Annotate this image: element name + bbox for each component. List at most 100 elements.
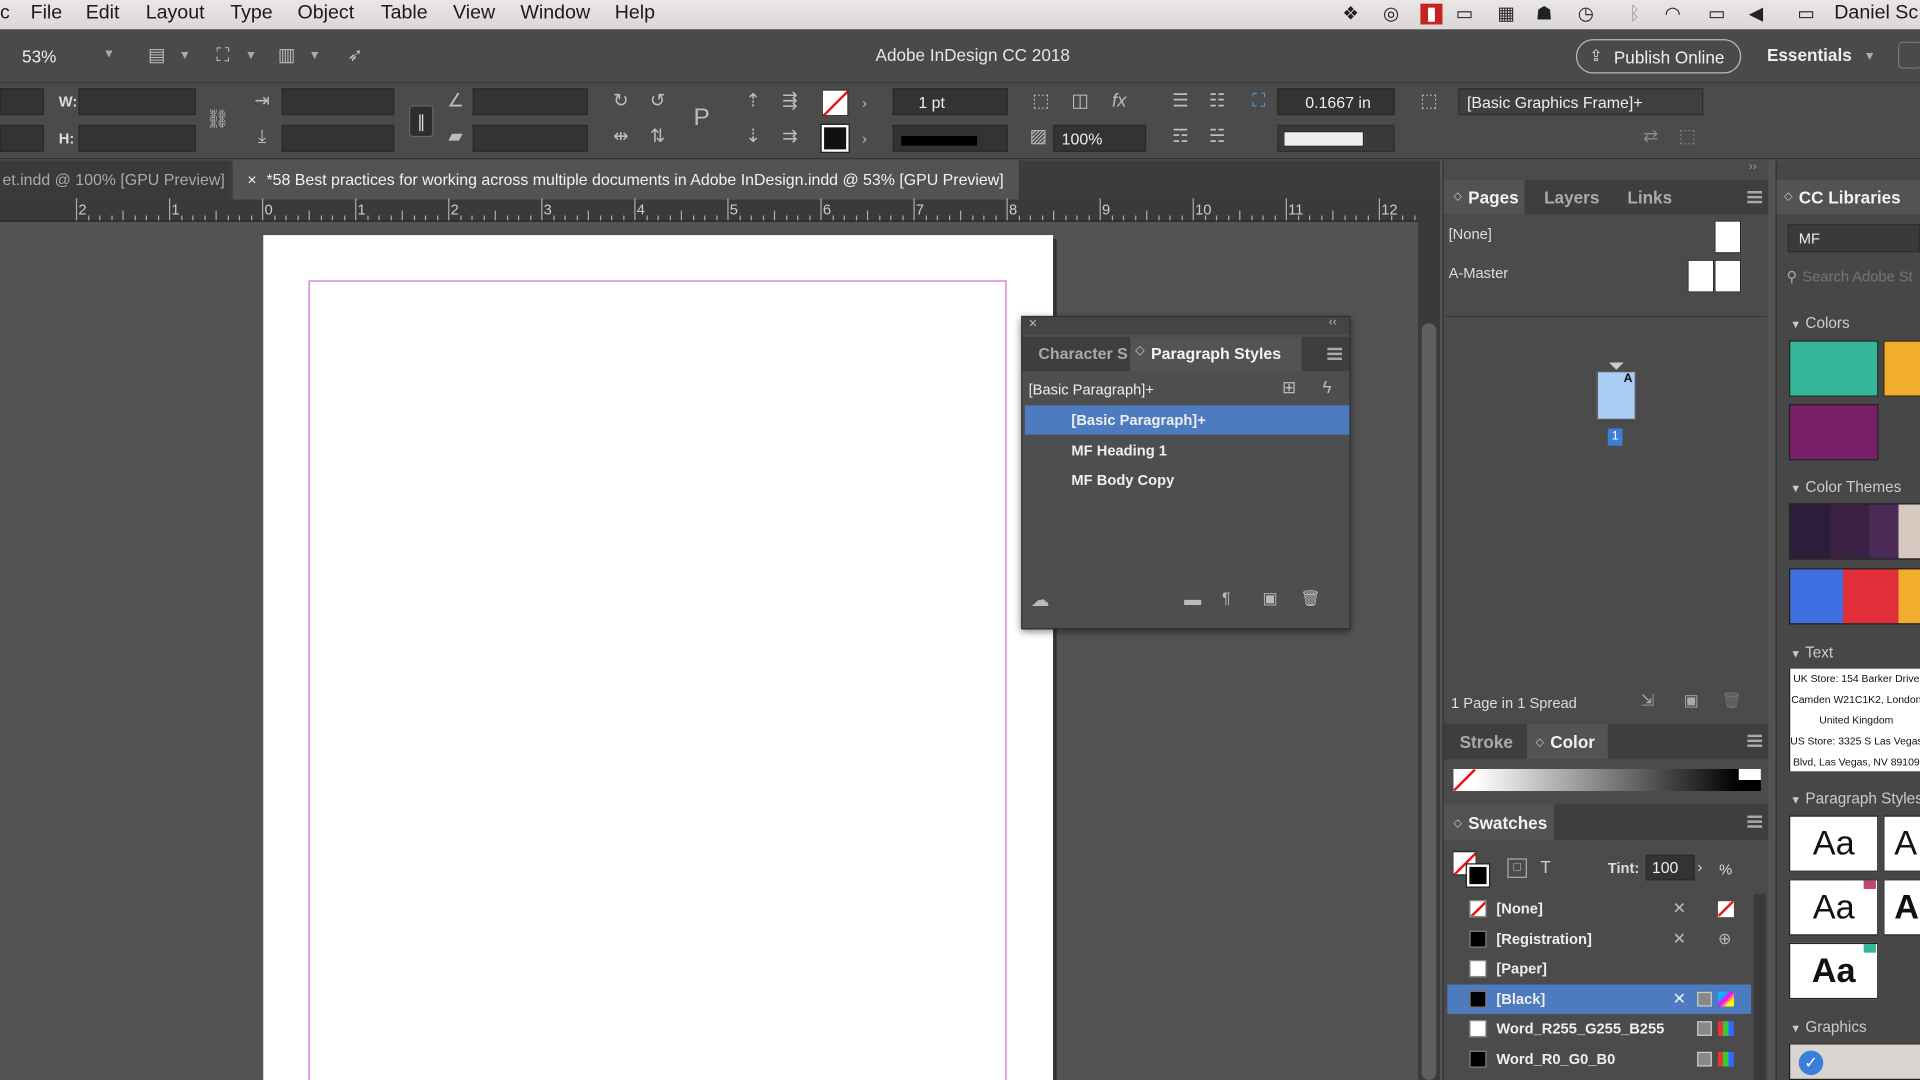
trash-icon[interactable]: 🗑: [1722, 691, 1742, 711]
width-field[interactable]: [78, 88, 196, 116]
fill-none-swatch[interactable]: [821, 89, 849, 117]
horizontal-ruler[interactable]: 2 1 0 1 2 3 4 5 6 7 8 9 10 11 12: [0, 198, 1418, 222]
workspace-switcher[interactable]: Essentials: [1767, 45, 1852, 65]
height-field[interactable]: [78, 124, 196, 152]
battery-icon[interactable]: ▭: [1791, 4, 1820, 25]
rotation-field[interactable]: [472, 88, 588, 116]
text-wrap-off-icon[interactable]: ☵: [1205, 125, 1229, 149]
cc-library-icon[interactable]: ☁: [1031, 589, 1049, 611]
white-ramp-chip[interactable]: [1738, 768, 1761, 781]
close-icon[interactable]: ×: [247, 170, 256, 188]
none-master[interactable]: [None]: [1449, 225, 1492, 242]
menu-file[interactable]: File: [31, 2, 63, 24]
window-icon[interactable]: ▭: [1453, 4, 1475, 25]
align-justify-icon[interactable]: ☷: [1205, 89, 1229, 113]
swatch-row[interactable]: [Paper]: [1447, 954, 1751, 983]
y-field[interactable]: [0, 124, 45, 152]
flip-vertical-icon[interactable]: ⇅: [645, 125, 669, 149]
chevron-right-icon[interactable]: ›: [1697, 857, 1702, 875]
list-item[interactable]: MF Body Copy: [1025, 465, 1349, 494]
opacity-field[interactable]: 100%: [1053, 124, 1147, 152]
chevron-down-icon[interactable]: ▼: [1864, 50, 1876, 63]
doc-tab-active[interactable]: × *58 Best practices for working across m…: [232, 160, 1019, 200]
doc-tab-inactive[interactable]: et.indd @ 100% [GPU Preview]: [0, 160, 228, 200]
stroke-style-select[interactable]: [1277, 124, 1395, 152]
close-icon[interactable]: ×: [1029, 315, 1038, 332]
graphic-asset-tile[interactable]: ✓: [1788, 1043, 1920, 1080]
new-style-group-icon[interactable]: ⊞: [1282, 377, 1296, 398]
rotate-cw-icon[interactable]: ↻: [609, 89, 633, 113]
paragraph-style-tile[interactable]: A: [1883, 815, 1920, 872]
stroke-swatch-icon[interactable]: [1465, 863, 1491, 888]
color-theme-tile[interactable]: [1788, 568, 1920, 625]
airplay-icon[interactable]: ▭: [1706, 4, 1728, 25]
shear-field[interactable]: [472, 124, 588, 152]
list-item[interactable]: MF Heading 1: [1025, 436, 1349, 465]
constrain-proportions-icon[interactable]: ⛓: [206, 108, 230, 132]
panel-menu-icon[interactable]: [1747, 734, 1763, 747]
swatch-row[interactable]: [None]: [1447, 894, 1751, 923]
menu-view[interactable]: View: [453, 2, 495, 24]
screen-mode-icon[interactable]: ⛶: [211, 44, 235, 68]
menu-help[interactable]: Help: [615, 2, 655, 24]
section-color-themes[interactable]: ▼ Color Themes: [1790, 479, 1901, 496]
tab-character-styles[interactable]: Character S: [1038, 344, 1127, 362]
menu-type[interactable]: Type: [230, 2, 272, 24]
select-next-object-icon[interactable]: ⇉: [778, 125, 802, 149]
chevron-right-icon[interactable]: ›: [852, 126, 876, 150]
formatting-text-icon[interactable]: T: [1540, 857, 1550, 877]
color-tile-teal[interactable]: [1788, 340, 1879, 397]
section-paragraph-styles[interactable]: ▼ Paragraph Styles: [1790, 790, 1920, 807]
new-page-icon[interactable]: ▣: [1684, 691, 1699, 711]
menu-window[interactable]: Window: [520, 2, 590, 24]
align-center-icon[interactable]: ☰: [1168, 89, 1192, 113]
a-master[interactable]: A-Master: [1449, 264, 1509, 281]
panel-title-bar[interactable]: × ‹‹: [1022, 315, 1350, 335]
quick-apply-icon[interactable]: ϟ: [1322, 377, 1331, 397]
tab-layers[interactable]: Layers: [1544, 187, 1599, 207]
arrange-documents-icon[interactable]: ▥: [274, 44, 298, 68]
chevron-down-icon[interactable]: ▼: [103, 48, 115, 61]
view-options-icon[interactable]: ▤: [144, 44, 168, 68]
app-status-icon[interactable]: ▮: [1420, 3, 1443, 25]
select-previous-icon[interactable]: ⇣: [741, 125, 765, 149]
paragraph-style-tile[interactable]: Aa: [1788, 815, 1879, 872]
section-colors[interactable]: ▼ Colors: [1790, 315, 1849, 332]
object-style-select[interactable]: [Basic Graphics Frame]+: [1458, 88, 1704, 116]
trash-icon[interactable]: 🗑: [1300, 589, 1320, 609]
section-text[interactable]: ▼ Text: [1790, 644, 1833, 661]
frame-fitting-icon[interactable]: ⬚: [1029, 89, 1053, 113]
color-theme-tile[interactable]: [1788, 503, 1920, 560]
tab-paragraph-styles[interactable]: ◇ Paragraph Styles: [1130, 336, 1302, 372]
panel-menu-icon[interactable]: [1327, 347, 1343, 361]
stroke-black-swatch[interactable]: [820, 123, 850, 154]
none-color-icon[interactable]: [1453, 768, 1476, 792]
text-wrap-icon[interactable]: ☶: [1168, 125, 1192, 149]
time-machine-icon[interactable]: ◷: [1575, 4, 1597, 25]
library-select[interactable]: MF: [1787, 224, 1920, 253]
chevron-right-icon[interactable]: ›: [852, 91, 876, 115]
user-name[interactable]: Daniel Sc: [1834, 2, 1918, 24]
drop-shadow-icon[interactable]: ◫: [1068, 89, 1092, 113]
menu-layout[interactable]: Layout: [146, 2, 205, 24]
publish-online-button[interactable]: ⇪ Publish Online: [1575, 39, 1742, 74]
swatches-scrollbar[interactable]: [1753, 893, 1766, 1080]
menu-object[interactable]: Object: [298, 2, 355, 24]
rotate-ccw-icon[interactable]: ↺: [645, 89, 669, 113]
object-style-options-icon[interactable]: ⬚: [1675, 125, 1699, 149]
swatch-row[interactable]: [Registration]: [1447, 924, 1751, 953]
scrollbar-thumb[interactable]: [1421, 323, 1437, 1080]
panel-menu-icon[interactable]: [1747, 191, 1763, 204]
black-ramp-chip[interactable]: [1738, 780, 1761, 792]
x-field[interactable]: [0, 88, 45, 116]
new-style-icon[interactable]: ▣: [1262, 589, 1277, 609]
stroke-type-select[interactable]: [892, 124, 1008, 152]
bluetooth-icon[interactable]: ᛒ: [1624, 4, 1646, 25]
section-graphics[interactable]: ▼ Graphics: [1790, 1019, 1866, 1036]
clear-overrides-icon[interactable]: ¶: [1222, 589, 1231, 607]
formatting-container-icon[interactable]: □: [1507, 858, 1527, 878]
paragraph-style-tile[interactable]: A: [1883, 879, 1920, 936]
collapse-dock-icon[interactable]: ››: [1749, 160, 1757, 173]
search-stock-button[interactable]: [1897, 41, 1920, 69]
effects-fx-icon[interactable]: fx: [1107, 89, 1131, 113]
